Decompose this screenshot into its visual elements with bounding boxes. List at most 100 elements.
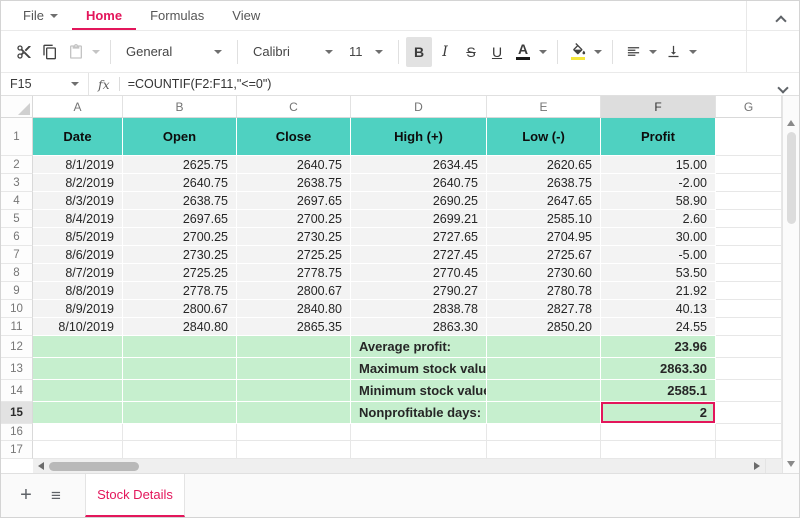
- column-header-D[interactable]: D: [351, 96, 487, 117]
- sheet-tab-stock-details[interactable]: Stock Details: [85, 474, 185, 517]
- cell-C13[interactable]: [237, 358, 351, 380]
- cell-F16[interactable]: [601, 424, 716, 441]
- column-header-F[interactable]: F: [601, 96, 716, 117]
- cell-G16[interactable]: [716, 424, 782, 441]
- cell-A13[interactable]: [33, 358, 123, 380]
- row-header-11[interactable]: 11: [1, 318, 33, 336]
- number-format-dropdown[interactable]: General: [118, 37, 230, 67]
- cell-C10[interactable]: 2840.80: [237, 300, 351, 318]
- row-header-2[interactable]: 2: [1, 156, 33, 174]
- row-header-4[interactable]: 4: [1, 192, 33, 210]
- italic-button[interactable]: I: [432, 37, 458, 67]
- strikethrough-button[interactable]: S: [458, 37, 484, 67]
- paste-dropdown-button[interactable]: [89, 37, 103, 67]
- cell-B4[interactable]: 2638.75: [123, 192, 237, 210]
- copy-button[interactable]: [37, 37, 63, 67]
- row-header-14[interactable]: 14: [1, 380, 33, 402]
- cell-A11[interactable]: 8/10/2019: [33, 318, 123, 336]
- tab-home[interactable]: Home: [72, 1, 136, 30]
- cell-E9[interactable]: 2780.78: [487, 282, 601, 300]
- column-header-C[interactable]: C: [237, 96, 351, 117]
- cell-B16[interactable]: [123, 424, 237, 441]
- select-all-corner[interactable]: [1, 96, 33, 117]
- cell-C4[interactable]: 2697.65: [237, 192, 351, 210]
- cut-button[interactable]: [11, 37, 37, 67]
- cell-A10[interactable]: 8/9/2019: [33, 300, 123, 318]
- vscroll-thumb[interactable]: [787, 132, 796, 224]
- cell-B5[interactable]: 2697.65: [123, 210, 237, 228]
- cell-E2[interactable]: 2620.65: [487, 156, 601, 174]
- cell-A3[interactable]: 8/2/2019: [33, 174, 123, 192]
- cell-E3[interactable]: 2638.75: [487, 174, 601, 192]
- scroll-left-arrow-icon[interactable]: [38, 462, 44, 470]
- cell-E8[interactable]: 2730.60: [487, 264, 601, 282]
- cell-D5[interactable]: 2699.21: [351, 210, 487, 228]
- bold-button[interactable]: B: [406, 37, 432, 67]
- add-sheet-button[interactable]: +: [11, 474, 41, 517]
- column-header-E[interactable]: E: [487, 96, 601, 117]
- cell-F15[interactable]: 2: [601, 402, 716, 424]
- cell-C1[interactable]: Close: [237, 118, 351, 156]
- cell-A8[interactable]: 8/7/2019: [33, 264, 123, 282]
- row-header-16[interactable]: 16: [1, 424, 33, 441]
- collapse-ribbon-button[interactable]: [777, 12, 785, 30]
- cell-C3[interactable]: 2638.75: [237, 174, 351, 192]
- cell-E11[interactable]: 2850.20: [487, 318, 601, 336]
- cell-E12[interactable]: [487, 336, 601, 358]
- cell-D11[interactable]: 2863.30: [351, 318, 487, 336]
- cell-E16[interactable]: [487, 424, 601, 441]
- cell-E17[interactable]: [487, 441, 601, 459]
- fill-color-dropdown-button[interactable]: [591, 37, 605, 67]
- cell-G14[interactable]: [716, 380, 782, 402]
- cell-E7[interactable]: 2725.67: [487, 246, 601, 264]
- cell-B7[interactable]: 2730.25: [123, 246, 237, 264]
- cell-G3[interactable]: [716, 174, 782, 192]
- cell-A6[interactable]: 8/5/2019: [33, 228, 123, 246]
- cell-D1[interactable]: High (+): [351, 118, 487, 156]
- tab-formulas[interactable]: Formulas: [136, 1, 218, 30]
- cell-E15[interactable]: [487, 402, 601, 424]
- cell-F17[interactable]: [601, 441, 716, 459]
- cell-D7[interactable]: 2727.45: [351, 246, 487, 264]
- text-align-button[interactable]: [620, 37, 646, 67]
- cell-F1[interactable]: Profit: [601, 118, 716, 156]
- cell-B2[interactable]: 2625.75: [123, 156, 237, 174]
- cell-C5[interactable]: 2700.25: [237, 210, 351, 228]
- row-header-5[interactable]: 5: [1, 210, 33, 228]
- cell-D17[interactable]: [351, 441, 487, 459]
- cell-G13[interactable]: [716, 358, 782, 380]
- tab-view[interactable]: View: [218, 1, 274, 30]
- row-header-12[interactable]: 12: [1, 336, 33, 358]
- cell-E1[interactable]: Low (-): [487, 118, 601, 156]
- cell-A2[interactable]: 8/1/2019: [33, 156, 123, 174]
- cell-A5[interactable]: 8/4/2019: [33, 210, 123, 228]
- scroll-right-arrow-icon[interactable]: [754, 462, 760, 470]
- cell-C7[interactable]: 2725.25: [237, 246, 351, 264]
- cell-B15[interactable]: [123, 402, 237, 424]
- cell-F2[interactable]: 15.00: [601, 156, 716, 174]
- cell-F12[interactable]: 23.96: [601, 336, 716, 358]
- cell-D12[interactable]: Average profit:: [351, 336, 487, 358]
- cell-D4[interactable]: 2690.25: [351, 192, 487, 210]
- cell-A15[interactable]: [33, 402, 123, 424]
- cell-B9[interactable]: 2778.75: [123, 282, 237, 300]
- fill-color-button[interactable]: [565, 37, 591, 67]
- cell-G17[interactable]: [716, 441, 782, 459]
- column-header-B[interactable]: B: [123, 96, 237, 117]
- row-header-9[interactable]: 9: [1, 282, 33, 300]
- cell-G1[interactable]: [716, 118, 782, 156]
- cell-C12[interactable]: [237, 336, 351, 358]
- expand-formula-bar-button[interactable]: [779, 79, 787, 97]
- hscroll-thumb[interactable]: [49, 462, 139, 471]
- cell-C15[interactable]: [237, 402, 351, 424]
- cell-E6[interactable]: 2704.95: [487, 228, 601, 246]
- row-header-13[interactable]: 13: [1, 358, 33, 380]
- cell-A9[interactable]: 8/8/2019: [33, 282, 123, 300]
- cell-B10[interactable]: 2800.67: [123, 300, 237, 318]
- cell-E4[interactable]: 2647.65: [487, 192, 601, 210]
- cell-D16[interactable]: [351, 424, 487, 441]
- font-color-dropdown-button[interactable]: [536, 37, 550, 67]
- cell-C9[interactable]: 2800.67: [237, 282, 351, 300]
- cell-B13[interactable]: [123, 358, 237, 380]
- cell-A14[interactable]: [33, 380, 123, 402]
